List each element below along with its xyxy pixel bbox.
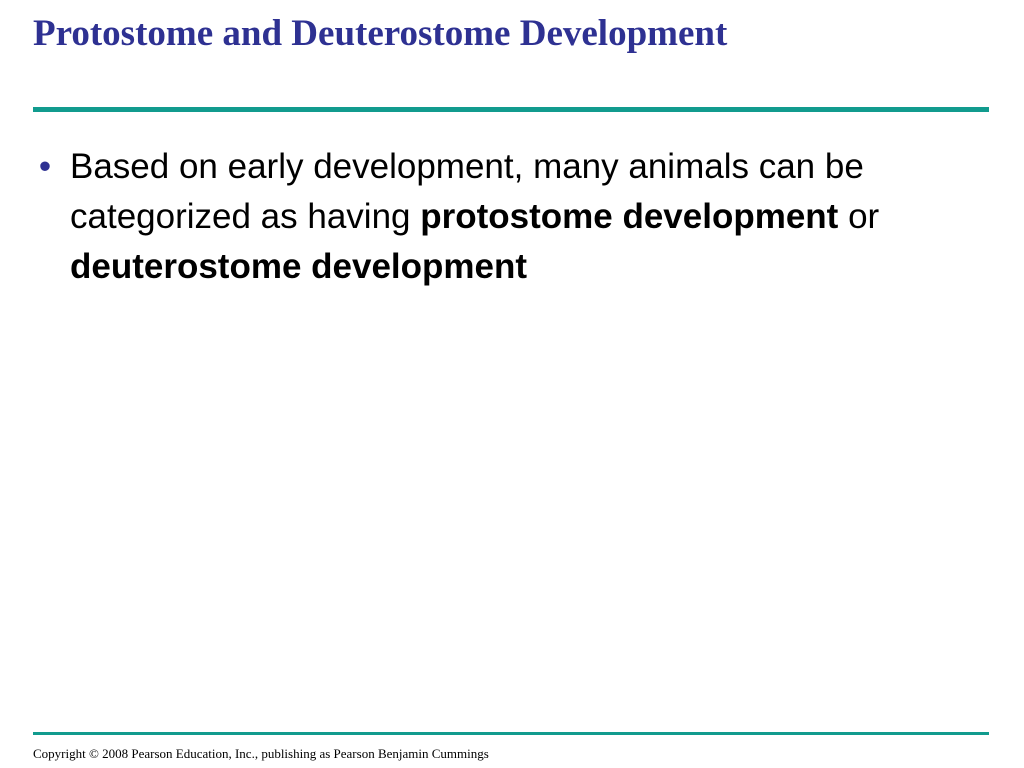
bullet-marker: • [38,147,52,186]
title-divider [33,107,989,112]
bullet-bold-term: protostome development [420,197,839,236]
slide: Protostome and Deuterostome Development … [0,0,1024,768]
slide-title: Protostome and Deuterostome Development [33,13,728,54]
footer-divider [33,732,989,735]
bullet-bold-term: deuterostome development [70,247,528,286]
bullet-list: • Based on early development, many anima… [30,142,990,292]
bullet-item: • Based on early development, many anima… [30,142,990,292]
bullet-text-segment: or [838,197,880,236]
copyright-footer: Copyright © 2008 Pearson Education, Inc.… [33,746,489,761]
